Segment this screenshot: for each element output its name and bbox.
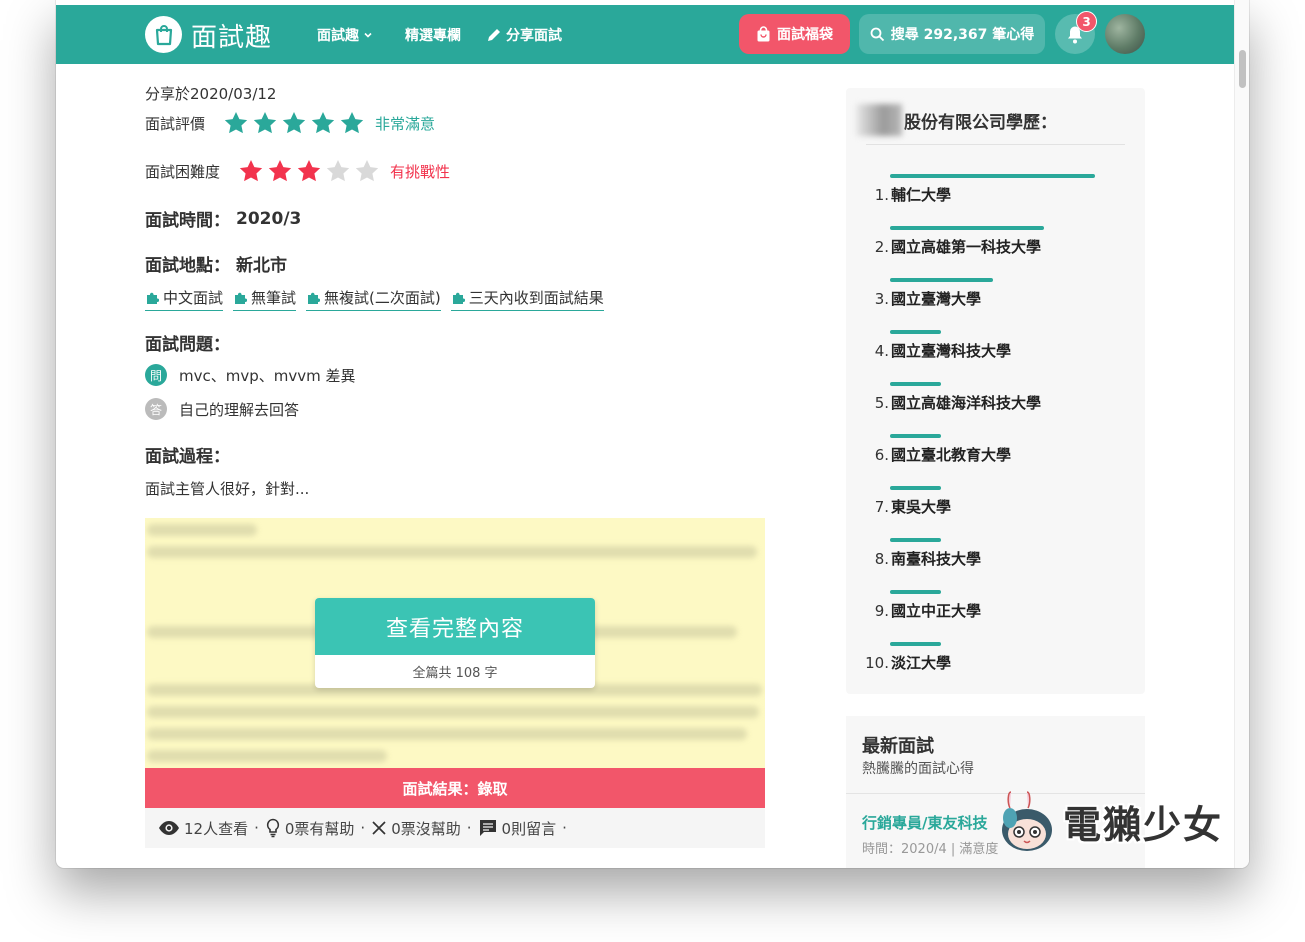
redacted-company-name xyxy=(856,104,902,136)
school-item[interactable]: 8. 南臺科技大學 xyxy=(861,548,981,569)
interview-time: 面試時間： 2020/3 xyxy=(145,208,302,232)
nav-link-interview[interactable]: 面試趣 xyxy=(317,25,373,45)
search-icon xyxy=(870,27,884,41)
school-share-bar xyxy=(890,590,941,594)
puzzle-icon xyxy=(308,292,321,304)
nav-link-share[interactable]: 分享面試 xyxy=(486,25,562,45)
star-icon xyxy=(224,111,248,134)
school-item[interactable]: 10. 淡江大學 xyxy=(861,652,951,673)
star-icon xyxy=(268,159,292,182)
school-share-bar xyxy=(890,434,941,438)
star-icon xyxy=(239,159,263,182)
rating-text: 非常滿意 xyxy=(375,114,436,133)
school-item[interactable]: 2. 國立高雄第一科技大學 xyxy=(861,236,1041,257)
school-share-bar xyxy=(890,174,1095,178)
rating-label: 面試評價 xyxy=(145,114,206,133)
difficulty-label: 面試困難度 xyxy=(145,162,221,181)
education-title: 股份有限公司學歷： xyxy=(856,104,1057,136)
notification-count-badge: 3 xyxy=(1076,11,1097,32)
latest-subtitle: 熱騰騰的面試心得 xyxy=(862,761,974,777)
otter-mascot-icon xyxy=(1002,791,1052,851)
school-share-bar xyxy=(890,226,1044,230)
school-item[interactable]: 6. 國立臺北教育大學 xyxy=(861,444,1011,465)
browser-window: 面試趣 面試趣 精選專欄 分享面試 面試福袋 搜尋 292,367 筆心得 3 … xyxy=(56,0,1249,868)
star-icon xyxy=(282,111,306,134)
answer-item: 答 自己的理解去回答 xyxy=(145,398,299,420)
nav-link-columns[interactable]: 精選專欄 xyxy=(405,25,461,45)
education-sidebar: 股份有限公司學歷： 1. 輔仁大學 2. 國立高雄第一科技大學 3. 國立臺灣大學 4. 國立… xyxy=(846,88,1145,694)
logo-bag-icon[interactable] xyxy=(145,16,182,53)
view-full-content-button[interactable]: 查看完整內容 xyxy=(315,598,595,655)
top-navbar: 面試趣 面試趣 精選專欄 分享面試 面試福袋 搜尋 292,367 筆心得 3 xyxy=(56,5,1234,64)
watermark: 電獺少女 xyxy=(997,788,1223,854)
chevron-down-icon xyxy=(364,32,372,38)
post-stats-bar: 12人查看 · 0票有幫助 · 0票沒幫助 · 0則留言 · xyxy=(145,808,765,848)
latest-item-meta: 時間：2020/4 | 滿意度 xyxy=(862,842,999,857)
tag-list: 中文面試 無筆試 無複試(二次面試) 三天內收到面試結果 xyxy=(145,287,614,311)
interview-bag-button[interactable]: 面試福袋 xyxy=(739,14,850,54)
latest-title: 最新面試 xyxy=(862,736,934,757)
puzzle-icon xyxy=(147,292,159,304)
close-icon xyxy=(372,821,386,835)
questions-heading: 面試問題： xyxy=(145,335,230,355)
school-item[interactable]: 1. 輔仁大學 xyxy=(861,184,951,205)
logo-text[interactable]: 面試趣 xyxy=(191,17,272,54)
star-icon xyxy=(340,111,364,134)
interview-location: 面試地點： 新北市 xyxy=(145,256,287,276)
page-scrollbar[interactable] xyxy=(1234,0,1249,868)
not-helpful-button[interactable]: 0票沒幫助 xyxy=(371,818,461,839)
school-share-bar xyxy=(890,538,941,542)
star-icon xyxy=(311,111,335,134)
school-share-bar xyxy=(890,382,941,386)
star-icon xyxy=(326,159,350,182)
school-share-bar xyxy=(890,486,941,490)
blurred-content: 查看完整內容 全篇共 108 字 xyxy=(145,518,765,768)
pencil-icon xyxy=(488,29,500,41)
school-share-bar xyxy=(890,642,941,646)
difficulty-stars xyxy=(238,158,380,184)
star-icon xyxy=(297,159,321,182)
difficulty-text: 有挑戰性 xyxy=(390,162,451,181)
interview-tag[interactable]: 中文面試 xyxy=(145,287,224,311)
shopping-bag-icon xyxy=(757,26,770,42)
full-content-card[interactable]: 查看完整內容 全篇共 108 字 xyxy=(315,598,595,688)
star-icon xyxy=(355,159,379,182)
shared-date: 分享於2020/03/12 xyxy=(145,85,277,103)
school-item[interactable]: 7. 東吳大學 xyxy=(861,496,951,517)
school-item[interactable]: 4. 國立臺灣科技大學 xyxy=(861,340,1011,361)
rating-row: 面試評價 非常滿意 xyxy=(145,110,435,136)
interview-result-banner: 面試結果：錄取 xyxy=(145,768,765,808)
question-text: mvc、mvp、mvvm 差異 xyxy=(179,366,356,385)
search-button[interactable]: 搜尋 292,367 筆心得 xyxy=(859,14,1045,54)
answer-badge-icon: 答 xyxy=(145,398,167,420)
question-item: 問 mvc、mvp、mvvm 差異 xyxy=(145,364,356,386)
school-item[interactable]: 9. 國立中正大學 xyxy=(861,600,981,621)
comment-icon xyxy=(479,820,496,836)
interview-tag[interactable]: 無複試(二次面試) xyxy=(306,287,441,311)
lightbulb-icon xyxy=(266,818,280,838)
interview-tag[interactable]: 無筆試 xyxy=(233,287,297,311)
school-item[interactable]: 5. 國立高雄海洋科技大學 xyxy=(861,392,1041,413)
user-avatar[interactable] xyxy=(1105,14,1145,54)
helpful-button[interactable]: 0票有幫助 xyxy=(265,818,354,839)
latest-item-link[interactable]: 行銷專員/東友科技 xyxy=(862,812,987,833)
school-item[interactable]: 3. 國立臺灣大學 xyxy=(861,288,981,309)
answer-text: 自己的理解去回答 xyxy=(179,400,300,419)
school-share-bar xyxy=(890,330,941,334)
process-heading: 面試過程： xyxy=(145,447,230,467)
interview-tag[interactable]: 三天內收到面試結果 xyxy=(450,287,604,311)
comments-button[interactable]: 0則留言 xyxy=(478,818,556,839)
eye-icon xyxy=(159,821,179,835)
difficulty-row: 面試困難度 有挑戰性 xyxy=(145,158,450,184)
puzzle-icon xyxy=(452,292,465,304)
question-badge-icon: 問 xyxy=(145,364,167,386)
puzzle-icon xyxy=(235,292,248,304)
rating-stars xyxy=(223,110,365,136)
scroll-thumb[interactable] xyxy=(1239,50,1246,88)
school-share-bar xyxy=(890,278,993,282)
views-stat: 12人查看 xyxy=(158,818,248,839)
word-count: 全篇共 108 字 xyxy=(412,666,498,681)
process-preview: 面試主管人很好，針對... xyxy=(145,480,310,498)
star-icon xyxy=(253,111,277,134)
